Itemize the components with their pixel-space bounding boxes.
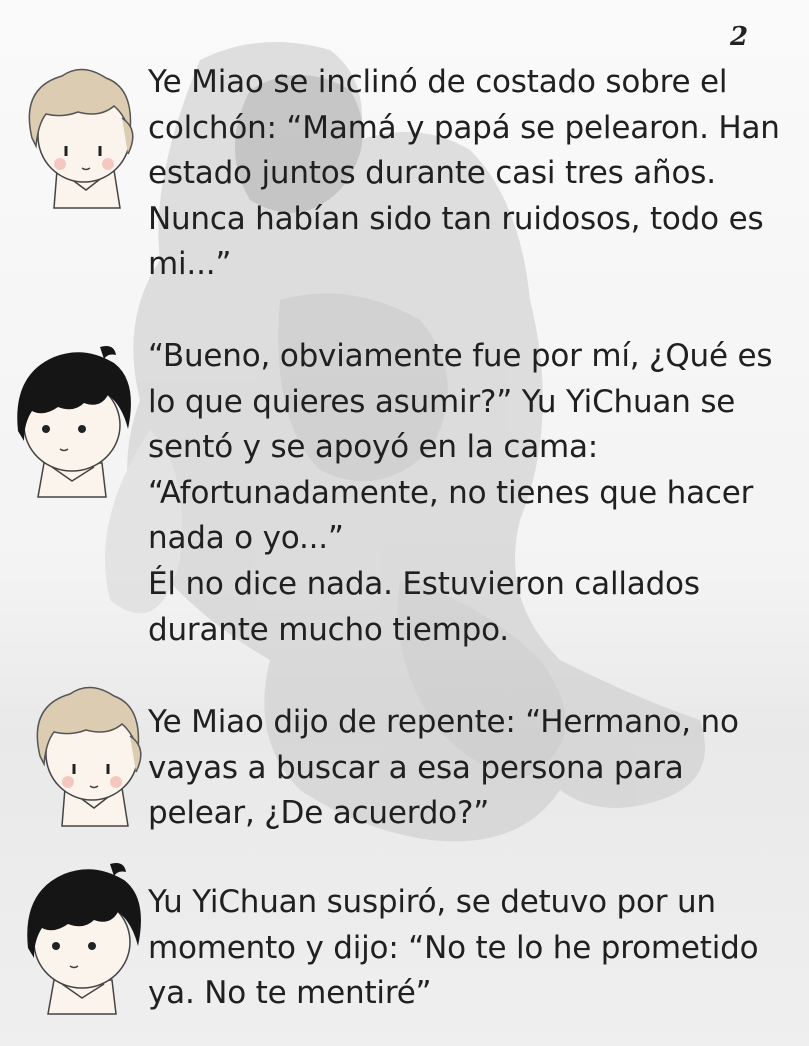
dialogue-paragraph: Yu YiChuan suspiró, se detuvo por un mom…	[148, 884, 759, 1011]
page-number: 2	[730, 22, 749, 52]
dialogue-paragraph: Ye Miao dijo de repente: “Hermano, no va…	[148, 704, 739, 831]
dialogue-paragraph: Ye Miao se inclinó de costado sobre el c…	[148, 64, 780, 282]
narration-paragraph: Él no dice nada. Estuvieron callados dur…	[148, 566, 700, 648]
comic-page: 2 Ye Miao se inclinó de costado sobre el…	[0, 0, 809, 1046]
dialogue-paragraph: “Bueno, obviamente fue por mí, ¿Qué es l…	[148, 338, 773, 556]
light-haired-boy-avatar	[28, 68, 134, 209]
dark-haired-boy-avatar	[17, 346, 131, 498]
light-haired-boy-avatar	[36, 686, 142, 827]
dark-haired-boy-avatar	[27, 863, 141, 1015]
